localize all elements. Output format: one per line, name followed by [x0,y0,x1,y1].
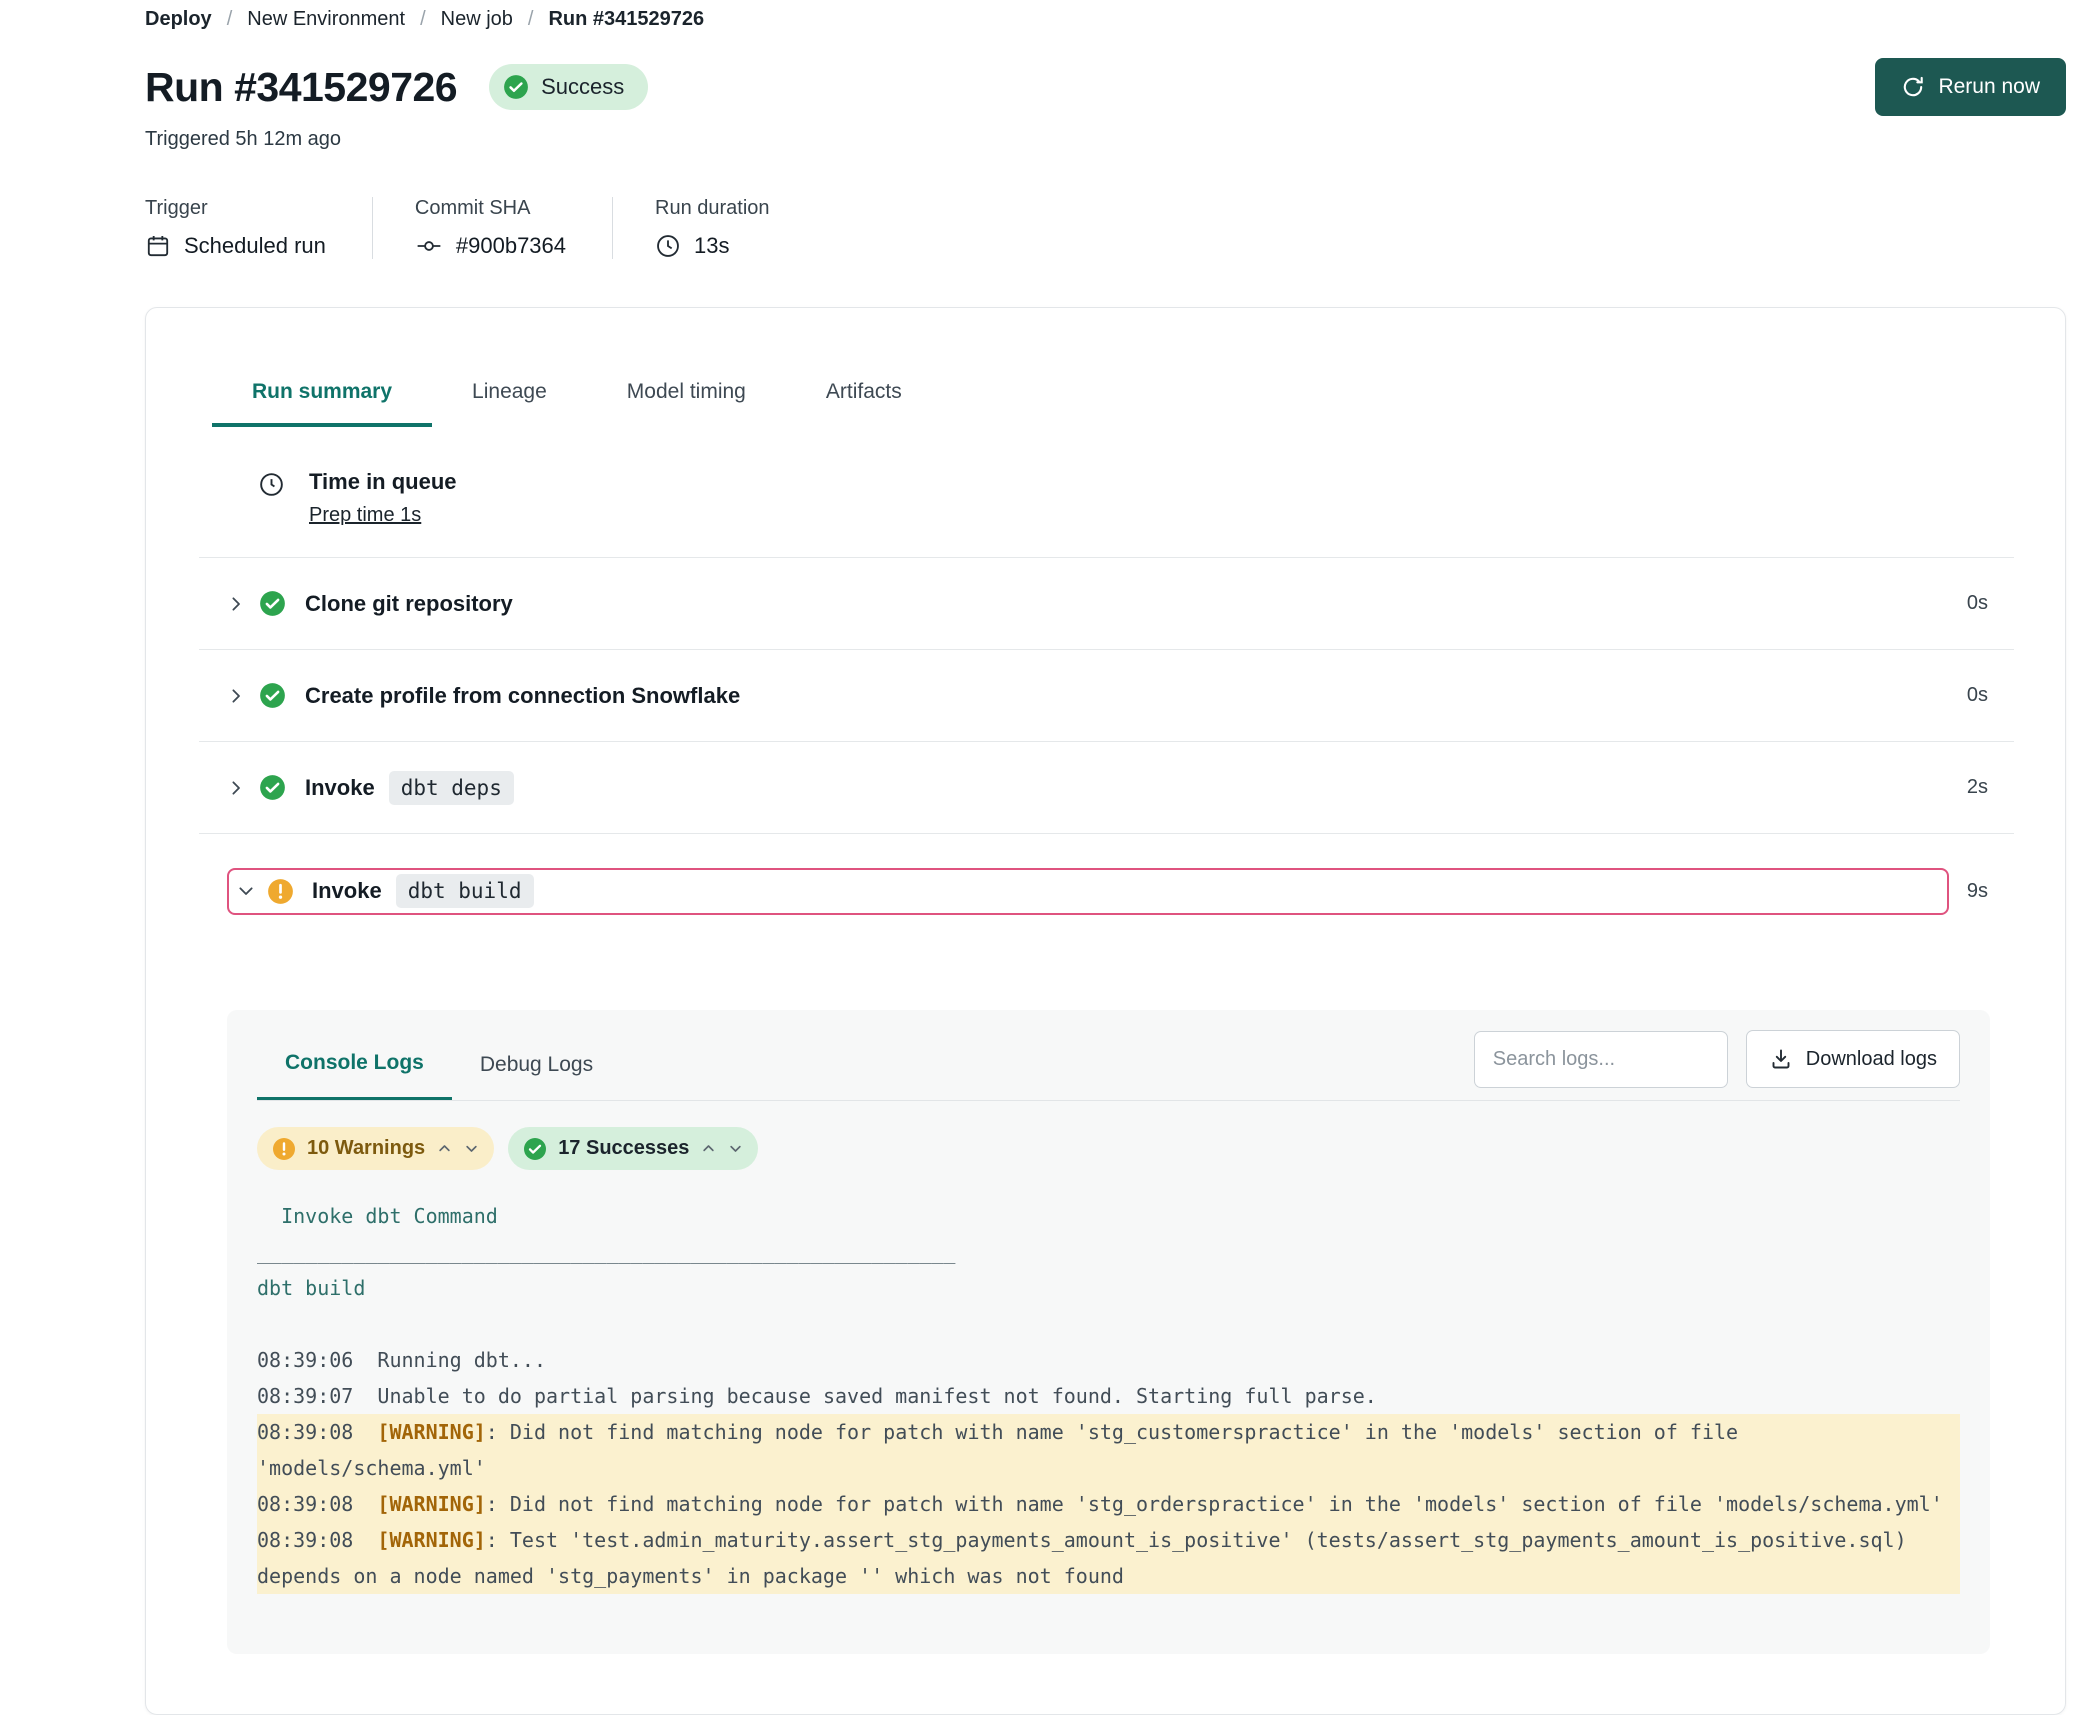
breadcrumb-new-job[interactable]: New job [441,6,513,32]
successes-prev-chevron-up-icon[interactable] [701,1141,716,1156]
status-badge: Success [489,64,648,110]
chevron-down-icon[interactable] [237,882,255,900]
success-check-icon [259,682,286,709]
run-tabs: Run summary Lineage Model timing Artifac… [212,308,2014,427]
step-label: Create profile from connection Snowflake [305,683,740,709]
successes-next-chevron-down-icon[interactable] [728,1141,743,1156]
header: Run #341529726 Success Rerun now [145,58,2066,116]
breadcrumb-deploy[interactable]: Deploy [145,6,212,32]
git-commit-icon [415,233,443,259]
breadcrumb-separator: / [528,6,534,32]
step-invoke-dbt-deps[interactable]: Invoke dbt deps 2s [199,742,2014,834]
meta-commit-label: Commit SHA [415,197,566,220]
step-invoke-dbt-build[interactable]: Invoke dbt build 9s [199,834,2014,948]
rerun-now-button[interactable]: Rerun now [1875,58,2066,116]
step-label: Clone git repository [305,591,513,617]
tab-run-summary[interactable]: Run summary [212,380,432,427]
search-logs-input[interactable] [1474,1031,1728,1088]
meta-duration-value: 13s [694,233,729,259]
meta-trigger: Trigger Scheduled run [145,197,372,259]
meta-trigger-label: Trigger [145,197,326,220]
step-duration: 0s [1967,684,1988,707]
chevron-right-icon[interactable] [227,595,245,613]
log-line: 08:39:07 Unable to do partial parsing be… [257,1378,1960,1414]
meta-commit-value: #900b7364 [456,233,566,259]
chevron-right-icon[interactable] [227,779,245,797]
log-separator: ________________________________________… [257,1234,1960,1270]
step-clone-git-repository[interactable]: Clone git repository 0s [199,558,2014,650]
warnings-next-chevron-down-icon[interactable] [464,1141,479,1156]
log-line: dbt build [257,1270,1960,1306]
warnings-badge-label: 10 Warnings [307,1137,425,1160]
logs-actions: Download logs [1474,1030,1960,1100]
step-command-chip: dbt deps [389,771,514,805]
warning-circle-icon [272,1137,296,1161]
tab-console-logs[interactable]: Console Logs [257,1031,452,1100]
time-in-queue-title: Time in queue [309,469,457,495]
logs-panel: Console Logs Debug Logs Download logs [227,1010,1990,1654]
breadcrumb: Deploy / New Environment / New job / Run… [145,6,2066,32]
success-check-icon [259,590,286,617]
status-badge-label: Success [541,74,624,100]
prep-time-link[interactable]: Prep time 1s [309,504,421,527]
log-line: Invoke dbt Command [257,1198,1960,1234]
download-icon [1769,1047,1793,1071]
triggered-timestamp: Triggered 5h 12m ago [145,128,2066,151]
refresh-icon [1901,75,1925,99]
timer-icon [258,471,285,498]
time-in-queue-section: Time in queue Prep time 1s [199,427,2014,558]
clock-icon [655,233,681,259]
breadcrumb-separator: / [420,6,426,32]
tab-model-timing[interactable]: Model timing [587,380,786,427]
breadcrumb-separator: / [227,6,233,32]
chevron-right-icon[interactable] [227,687,245,705]
log-line: 08:39:06 Running dbt... [257,1342,1960,1378]
log-warning-line: 08:39:08 [WARNING]: Did not find matchin… [257,1414,1960,1486]
step-command-chip: dbt build [396,874,534,908]
step-duration: 0s [1967,592,1988,615]
meta-trigger-value: Scheduled run [184,233,326,259]
step-label: Invoke [312,878,382,904]
step-duration: 2s [1967,776,1988,799]
step-label: Invoke [305,775,375,801]
calendar-icon [145,233,171,259]
meta-commit: Commit SHA #900b7364 [372,197,612,259]
tab-lineage[interactable]: Lineage [432,380,587,427]
successes-badge-label: 17 Successes [558,1137,689,1160]
log-output: Invoke dbt Command _____________________… [257,1198,1960,1594]
run-detail-page: Deploy / New Environment / New job / Run… [0,0,2090,1715]
run-summary-card: Run summary Lineage Model timing Artifac… [145,307,2066,1715]
run-meta: Trigger Scheduled run Commit SHA #900b73… [145,197,2066,259]
check-circle-icon [503,74,529,100]
meta-duration-label: Run duration [655,197,770,220]
download-logs-label: Download logs [1806,1048,1937,1071]
tab-artifacts[interactable]: Artifacts [786,380,942,427]
breadcrumb-new-environment[interactable]: New Environment [247,6,405,32]
step-create-profile[interactable]: Create profile from connection Snowflake… [199,650,2014,742]
logs-header: Console Logs Debug Logs Download logs [257,1030,1960,1101]
warnings-prev-chevron-up-icon[interactable] [437,1141,452,1156]
successes-badge[interactable]: 17 Successes [508,1127,758,1170]
download-logs-button[interactable]: Download logs [1746,1030,1960,1088]
warning-circle-icon [267,878,294,905]
page-title: Run #341529726 [145,64,457,111]
breadcrumb-run-id: Run #341529726 [548,6,704,32]
log-warning-line: 08:39:08 [WARNING]: Test 'test.admin_mat… [257,1522,1960,1594]
tab-debug-logs[interactable]: Debug Logs [452,1033,621,1099]
log-blank-line [257,1306,1960,1342]
expanded-step-highlight[interactable]: Invoke dbt build [227,868,1949,915]
log-warning-line: 08:39:08 [WARNING]: Did not find matchin… [257,1486,1960,1522]
log-filter-badges: 10 Warnings 17 Successes [257,1127,1960,1170]
warnings-badge[interactable]: 10 Warnings [257,1127,494,1170]
rerun-now-label: Rerun now [1938,75,2040,99]
step-duration: 9s [1967,880,1988,903]
success-check-icon [259,774,286,801]
meta-duration: Run duration 13s [612,197,816,259]
check-circle-icon [523,1137,547,1161]
